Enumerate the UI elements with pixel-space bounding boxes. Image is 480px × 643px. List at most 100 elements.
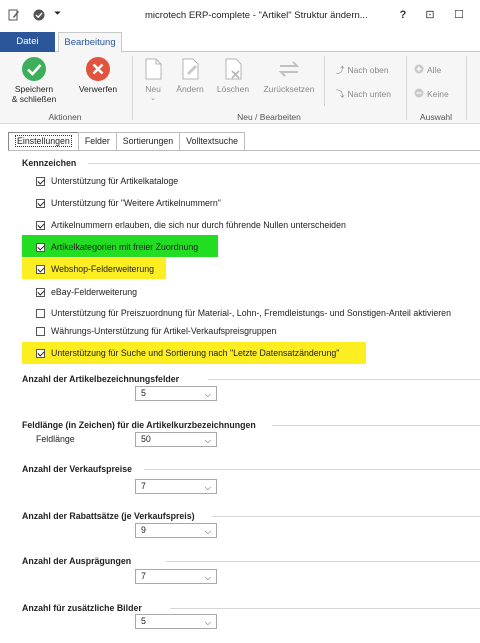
section-title-zusaetzliche-bilder: Anzahl für zusätzliche Bilder [22, 603, 142, 613]
checkbox[interactable] [36, 220, 45, 230]
delete-button[interactable]: Löschen [214, 56, 252, 94]
checkbox-ebay[interactable]: eBay-Felderweiterung [36, 287, 137, 297]
checkbox-label: Artikelnummern erlauben, die sich nur du… [51, 220, 346, 230]
checkbox[interactable] [36, 308, 45, 318]
checkbox-letzte-datensatzaenderung[interactable]: Unterstützung für Suche und Sortierung n… [36, 348, 339, 358]
checkbox-fuehrende-nullen[interactable]: Artikelnummern erlauben, die sich nur du… [36, 220, 346, 230]
group-label-aktionen: Aktionen [48, 112, 82, 122]
save-label-line2: & schließen [11, 94, 57, 104]
section-title-feldlaenge: Feldlänge (in Zeichen) für die Artikelku… [22, 420, 256, 430]
checkbox[interactable] [36, 326, 45, 336]
section-divider [170, 608, 480, 609]
ribbon: Speichern & schließen Verwerfen Aktionen… [0, 52, 480, 124]
tab-bearbeitung[interactable]: Bearbeitung [58, 32, 122, 53]
select-feldlaenge[interactable]: 50 ⌵ [135, 432, 217, 447]
checkbox[interactable] [36, 348, 45, 358]
feldlaenge-label: Feldlänge [36, 434, 75, 444]
tab-panel-border [8, 150, 480, 151]
move-down-label: Nach unten [347, 89, 391, 99]
checkbox-label: Webshop-Felderweiterung [51, 264, 155, 274]
section-title-verkaufspreise: Anzahl der Verkaufspreise [22, 464, 133, 474]
checkbox-weitere-artikelnummern[interactable]: Unterstützung für "Weitere Artikelnummer… [36, 198, 221, 208]
chevron-down-icon: ⌵ [204, 573, 211, 582]
checkbox-label: Unterstützung für Artikelkataloge [51, 176, 179, 186]
group-neu-bearbeiten: Neu ⌄ Ändern Löschen Zurücksetzen ⤴ Nach… [134, 52, 404, 124]
save-close-button[interactable]: Speichern & schließen [6, 56, 62, 104]
delete-document-icon [225, 58, 242, 80]
select-value: 5 [141, 616, 146, 626]
move-down-button[interactable]: ⤵ Nach unten [336, 88, 391, 100]
select-none-label: Keine [427, 89, 449, 99]
section-divider [208, 379, 480, 380]
maximize-icon[interactable]: ☐ [451, 7, 467, 23]
tab-sortierungen[interactable]: Sortierungen [115, 132, 181, 150]
edit-button[interactable]: Ändern [172, 56, 208, 94]
minus-circle-icon [414, 88, 424, 100]
select-bezeichnungsfelder[interactable]: 5 ⌵ [135, 386, 217, 401]
tab-felder[interactable]: Felder [77, 132, 117, 150]
group-label-auswahl: Auswahl [419, 112, 453, 122]
select-rabattsaetze[interactable]: 9 ⌵ [135, 523, 217, 538]
checkmark-icon [22, 57, 46, 81]
close-icon [86, 57, 110, 81]
checkbox-artikelkategorien[interactable]: Artikelkategorien mit freier Zuordnung [36, 242, 198, 252]
checkbox-label: Unterstützung für Preiszuordnung für Mat… [51, 308, 451, 318]
new-button[interactable]: Neu ⌄ [138, 56, 168, 104]
group-auswahl: Alle Keine Auswahl [408, 52, 464, 124]
reset-button[interactable]: Zurücksetzen [258, 56, 320, 94]
section-divider [272, 425, 480, 426]
help-icon[interactable]: ? [395, 7, 411, 23]
ribbon-separator [406, 56, 407, 120]
move-up-label: Nach oben [347, 65, 389, 75]
select-value: 5 [141, 388, 146, 398]
restore-icon[interactable]: ⊡ [422, 7, 438, 23]
discard-button[interactable]: Verwerfen [70, 56, 126, 94]
chevron-down-icon: ⌄ [150, 95, 156, 102]
content-tabs: Einstellungen Felder Sortierungen Vollte… [8, 132, 245, 150]
checkbox-label: eBay-Felderweiterung [51, 287, 138, 297]
section-title-auspraegungen: Anzahl der Ausprägungen [22, 556, 132, 566]
checkbox-preiszuordnung[interactable]: Unterstützung für Preiszuordnung für Mat… [36, 308, 451, 318]
edit-label: Ändern [176, 84, 204, 94]
select-all-button[interactable]: Alle [414, 64, 441, 76]
edit-icon[interactable] [8, 9, 20, 23]
delete-label: Löschen [216, 84, 250, 94]
group-label-neu-bearbeiten: Neu / Bearbeiten [237, 112, 301, 122]
checkbox[interactable] [36, 264, 45, 274]
select-none-button[interactable]: Keine [414, 88, 449, 100]
tab-einstellungen-label: Einstellungen [15, 135, 72, 147]
section-divider [166, 561, 480, 562]
select-zusaetzliche-bilder[interactable]: 5 ⌵ [135, 614, 217, 629]
select-verkaufspreise[interactable]: 7 ⌵ [135, 479, 217, 494]
checkbox-label: Unterstützung für "Weitere Artikelnummer… [51, 198, 221, 208]
checkbox-webshop[interactable]: Webshop-Felderweiterung [36, 264, 154, 274]
checkbox-artikelkataloge[interactable]: Unterstützung für Artikelkataloge [36, 176, 178, 186]
select-auspraegungen[interactable]: 7 ⌵ [135, 569, 217, 584]
chevron-down-icon: ⌵ [204, 483, 211, 492]
checkbox-waehrung[interactable]: Währungs-Unterstützung für Artikel-Verka… [36, 326, 276, 336]
ribbon-tab-row: Datei Bearbeitung [0, 32, 480, 53]
ribbon-separator [132, 56, 133, 120]
chevron-down-icon: ⌵ [204, 390, 211, 399]
chevron-down-icon: ⌵ [204, 527, 211, 536]
tab-volltextsuche[interactable]: Volltextsuche [179, 132, 245, 150]
group-aktionen: Speichern & schließen Verwerfen Aktionen [0, 52, 130, 124]
checkbox[interactable] [36, 287, 45, 297]
window-title: microtech ERP-complete - "Artikel" Struk… [145, 10, 368, 21]
ribbon-separator-inner [324, 56, 325, 106]
select-all-label: Alle [427, 65, 442, 75]
save-label-line1: Speichern [14, 84, 54, 94]
select-value: 7 [141, 481, 146, 491]
select-value: 50 [141, 434, 151, 444]
tab-datei[interactable]: Datei [0, 32, 55, 52]
check-circle-icon[interactable] [33, 9, 45, 23]
tab-einstellungen[interactable]: Einstellungen [8, 132, 79, 150]
select-value: 9 [141, 525, 146, 535]
checkbox[interactable] [36, 198, 45, 208]
new-document-icon [145, 58, 162, 80]
section-title-rabattsaetze: Anzahl der Rabattsätze (je Verkaufspreis… [22, 511, 195, 521]
checkbox[interactable] [36, 242, 45, 252]
quick-access-dropdown-icon[interactable]: ⏷ [54, 8, 61, 19]
checkbox[interactable] [36, 176, 45, 186]
move-up-button[interactable]: ⤴ Nach oben [336, 64, 389, 76]
